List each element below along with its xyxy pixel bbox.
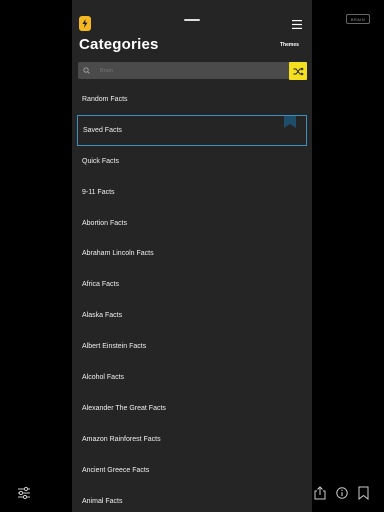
category-item[interactable]: Alexander The Great Facts (77, 393, 307, 424)
category-list: Random Facts Saved Facts Quick Facts 9-1… (77, 84, 307, 512)
category-item[interactable]: Amazon Rainforest Facts (77, 424, 307, 455)
app-logo (79, 16, 91, 31)
category-item-selected[interactable]: Saved Facts (77, 114, 307, 146)
category-label: 9-11 Facts (82, 188, 115, 196)
lightning-bolt-icon (82, 19, 88, 28)
info-icon[interactable] (336, 487, 348, 499)
category-label: Abraham Lincoln Facts (82, 250, 154, 258)
category-label: Alcohol Facts (82, 373, 125, 381)
category-label: Alexander The Great Facts (82, 404, 166, 412)
search-icon (83, 67, 90, 74)
search-input[interactable] (100, 64, 280, 77)
sheet-grabber[interactable] (184, 19, 200, 21)
themes-link[interactable]: Themes (280, 42, 299, 48)
right-pane (312, 0, 384, 512)
bookmark-icon[interactable] (358, 486, 369, 500)
shuffle-button[interactable] (289, 62, 307, 80)
category-item[interactable]: Animal Facts (77, 486, 307, 512)
category-label: Africa Facts (82, 281, 119, 289)
category-label: Quick Facts (82, 157, 119, 165)
search-bar[interactable] (78, 62, 306, 79)
saved-ribbon-icon (284, 115, 296, 128)
hamburger-menu-icon[interactable] (292, 20, 302, 29)
category-label: Animal Facts (82, 497, 123, 505)
category-label: Random Facts (82, 95, 128, 103)
category-label: Amazon Rainforest Facts (82, 435, 161, 443)
category-label: Albert Einstein Facts (82, 343, 147, 351)
category-item[interactable]: Africa Facts (77, 269, 307, 300)
share-icon[interactable] (314, 486, 326, 500)
category-item[interactable]: 9-11 Facts (77, 177, 307, 208)
category-label: Saved Facts (83, 126, 122, 134)
category-item[interactable]: Abraham Lincoln Facts (77, 238, 307, 269)
category-item[interactable]: Albert Einstein Facts (77, 331, 307, 362)
category-item[interactable]: Ancient Greece Facts (77, 455, 307, 486)
categories-panel: Categories Themes Random Facts Saved Fac… (72, 0, 312, 512)
left-pane (0, 0, 72, 512)
theme-badge[interactable]: BRAIN (346, 14, 370, 24)
category-item[interactable]: Random Facts (77, 84, 307, 115)
filter-sliders-icon[interactable] (17, 486, 31, 500)
category-item[interactable]: Alaska Facts (77, 300, 307, 331)
category-item[interactable]: Alcohol Facts (77, 362, 307, 393)
category-label: Ancient Greece Facts (82, 466, 150, 474)
category-item[interactable]: Abortion Facts (77, 208, 307, 239)
page-title: Categories (79, 36, 159, 53)
category-label: Abortion Facts (82, 219, 128, 227)
shuffle-icon (293, 66, 304, 76)
category-label: Alaska Facts (82, 312, 123, 320)
category-item[interactable]: Quick Facts (77, 146, 307, 177)
